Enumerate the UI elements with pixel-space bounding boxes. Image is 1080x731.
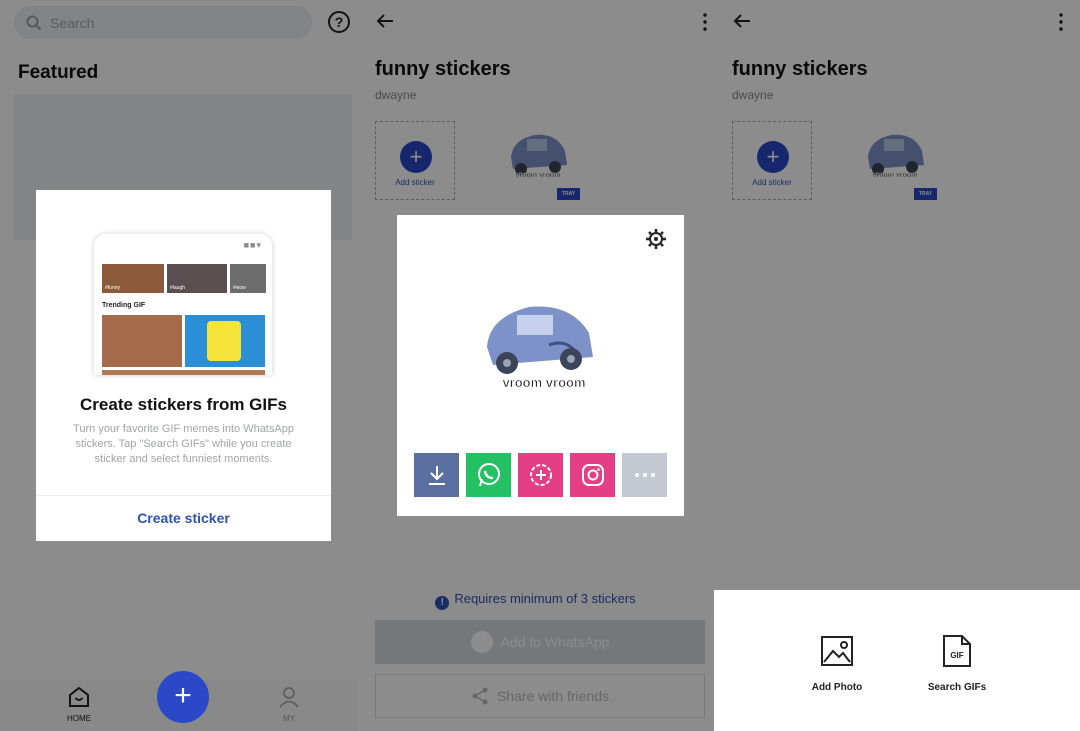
- whatsapp-icon: [477, 463, 500, 487]
- mock-gif-face: [102, 315, 182, 367]
- settings-gear-icon[interactable]: [645, 228, 667, 250]
- download-button[interactable]: [414, 453, 459, 497]
- dialog-title: Create stickers from GIFs: [80, 395, 287, 414]
- mock-gif-row: [102, 370, 265, 375]
- dialog-description: Turn your favorite GIF memes into WhatsA…: [73, 423, 294, 465]
- dialog-divider: [36, 495, 331, 496]
- search-gifs-label: Search GIFs: [927, 682, 987, 693]
- mock-trending-label: Trending GIF: [102, 302, 146, 309]
- mock-menu-icon: ■■▾: [243, 240, 262, 250]
- gif-file-icon: GIF: [943, 635, 971, 667]
- gif-promo-dialog: ■■▾ #funny #laugh #wow Trending GIF Crea…: [36, 190, 331, 541]
- whatsapp-share-button[interactable]: [466, 453, 511, 497]
- add-photo-label: Add Photo: [811, 682, 863, 693]
- mock-gif-sponge: [185, 315, 265, 367]
- search-gifs-option[interactable]: GIF Search GIFs: [912, 634, 1002, 693]
- instagram-share-button[interactable]: [570, 453, 615, 497]
- sticker-caption: vroom vroom: [502, 375, 586, 391]
- create-fab[interactable]: +: [157, 671, 209, 723]
- add-status-button[interactable]: [518, 453, 563, 497]
- sticker-preview-dialog: vroom vroom: [397, 215, 684, 516]
- car-sticker-large: [487, 306, 593, 374]
- pack-screen-add-sheet: funny stickers dwayne + Add sticker vroo…: [714, 0, 1080, 731]
- add-status-icon: [529, 464, 552, 486]
- add-options-sheet: Add Photo GIF Search GIFs: [714, 590, 1080, 731]
- image-icon: [821, 636, 853, 666]
- svg-text:GIF: GIF: [950, 651, 963, 660]
- create-sticker-button[interactable]: Create sticker: [36, 510, 331, 526]
- home-screen: Search ? Featured HOME MY + ■■▾ #funny #…: [0, 0, 357, 731]
- mock-thumb: #wow: [230, 264, 266, 293]
- more-icon: [634, 473, 655, 477]
- instagram-icon: [581, 464, 604, 486]
- download-icon: [428, 466, 445, 485]
- add-photo-option[interactable]: Add Photo: [792, 634, 882, 693]
- phone-mockup-image: ■■▾ #funny #laugh #wow Trending GIF: [94, 234, 272, 375]
- more-share-button[interactable]: [622, 453, 667, 497]
- share-targets: [414, 453, 667, 497]
- pack-screen-preview: funny stickers dwayne + Add sticker vroo…: [357, 0, 714, 731]
- mock-thumb: #funny: [102, 264, 164, 293]
- mock-thumb: #laugh: [167, 264, 227, 293]
